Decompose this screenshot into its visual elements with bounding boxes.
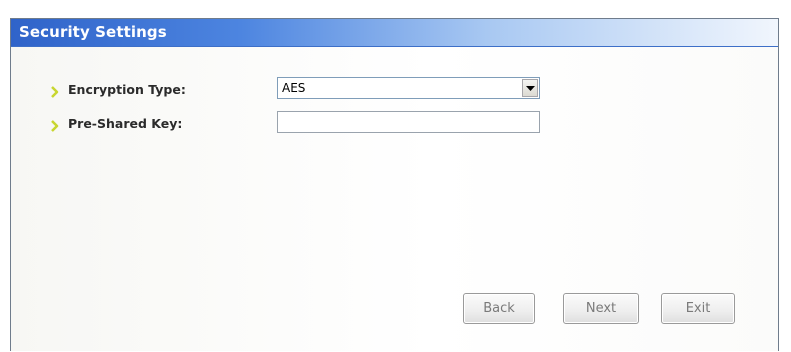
pre-shared-key-input[interactable]	[277, 111, 540, 133]
encryption-type-value: AES	[282, 81, 306, 95]
window-title: Security Settings	[19, 23, 167, 41]
exit-button[interactable]: Exit	[661, 293, 735, 324]
encryption-type-row: Encryption Type:	[51, 77, 186, 101]
next-button[interactable]: Next	[563, 293, 639, 324]
back-button[interactable]: Back	[463, 293, 535, 324]
pre-shared-key-label: Pre-Shared Key:	[68, 115, 183, 131]
arrow-bullet-icon	[51, 83, 61, 98]
arrow-bullet-icon	[51, 117, 61, 132]
dropdown-button[interactable]	[522, 79, 538, 97]
pre-shared-key-row: Pre-Shared Key:	[51, 111, 182, 135]
security-settings-window: Security Settings Encryption Type: AES P…	[10, 18, 779, 351]
encryption-type-label: Encryption Type:	[68, 81, 186, 97]
title-bar: Security Settings	[11, 19, 778, 47]
chevron-down-icon	[526, 86, 535, 91]
encryption-type-select[interactable]: AES	[277, 77, 540, 99]
